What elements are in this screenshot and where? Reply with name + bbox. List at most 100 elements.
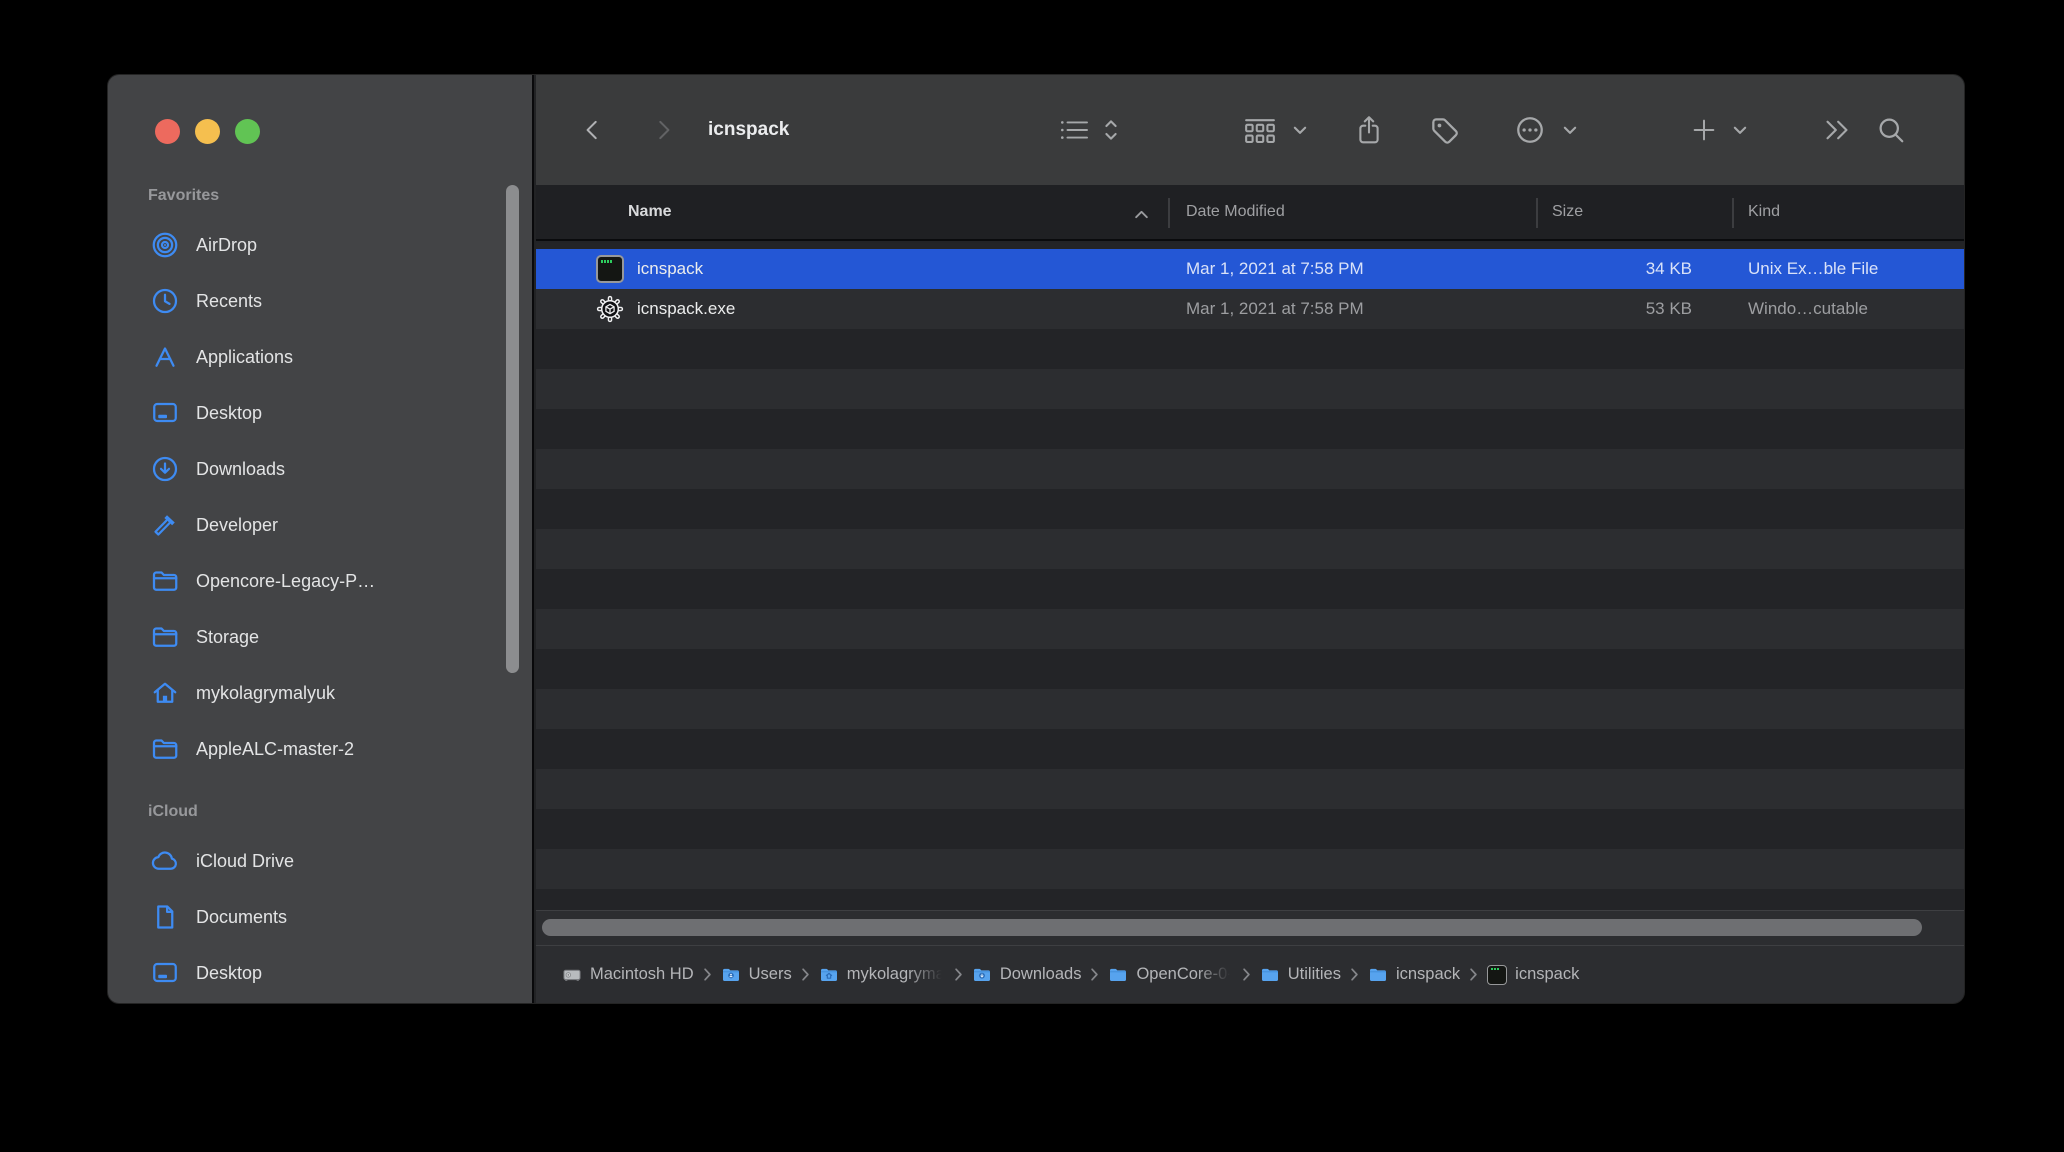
group-chevron[interactable] xyxy=(1292,75,1308,185)
sidebar-item-icloud-drive[interactable]: iCloud Drive xyxy=(108,833,518,889)
sidebar-item-label: Documents xyxy=(196,906,288,927)
path-chevron-icon xyxy=(1350,968,1359,981)
file-name-cell: icnspack xyxy=(536,255,1168,283)
sidebar-item-downloads[interactable]: Downloads xyxy=(108,441,518,497)
toolbar-overflow-button[interactable] xyxy=(1822,75,1852,185)
sidebar-item-desktop[interactable]: Desktop xyxy=(108,945,518,1001)
sidebar-item-recents[interactable]: Recents xyxy=(108,273,518,329)
sidebar-item-label: mykolagrymalyuk xyxy=(196,682,336,703)
minimize-button[interactable] xyxy=(195,119,220,144)
windows-executable-gear-icon xyxy=(596,295,624,323)
toolbar: icnspack xyxy=(536,75,1964,185)
desktop-background: { "colors": { "selection_blue": "#2457d5… xyxy=(0,0,2064,1152)
forward-button[interactable] xyxy=(650,75,676,185)
column-divider[interactable] xyxy=(1168,198,1170,228)
file-row-icnspack[interactable]: icnspack Mar 1, 2021 at 7:58 PM 34 KB Un… xyxy=(536,249,1964,289)
column-header-size[interactable]: Size xyxy=(1552,185,1583,239)
path-item-icnspack[interactable]: icnspack xyxy=(1487,964,1580,985)
sidebar-item-label: Developer xyxy=(196,514,279,535)
view-mode-chevrons[interactable] xyxy=(1102,75,1120,185)
close-button[interactable] xyxy=(155,119,180,144)
sidebar-scrollbar[interactable] xyxy=(506,185,519,673)
back-button[interactable] xyxy=(580,75,606,185)
folder-download-icon xyxy=(972,965,992,985)
chevron-down-icon xyxy=(1733,126,1747,134)
sidebar-item-label: Desktop xyxy=(196,962,263,983)
sidebar-item-applealc-master-2[interactable]: AppleALC-master-2 xyxy=(108,721,518,777)
sidebar-item-storage[interactable]: Storage xyxy=(108,609,518,665)
share-button[interactable] xyxy=(1354,75,1384,185)
file-name: icnspack.exe xyxy=(637,299,736,318)
path-item-label: Utilities xyxy=(1287,965,1341,983)
tags-button[interactable] xyxy=(1428,75,1460,185)
column-divider[interactable] xyxy=(1536,198,1538,228)
path-item-label: Users xyxy=(748,965,792,983)
hard-drive-icon xyxy=(562,965,582,985)
sidebar-item-label: Desktop xyxy=(196,402,263,423)
desktop-icon xyxy=(150,398,180,428)
sidebar-item-opencore-legacy-p[interactable]: Opencore-Legacy-P… xyxy=(108,553,518,609)
sidebar-sections: Favorites AirDrop Recents Applications D… xyxy=(108,187,518,1001)
path-item-label: icnspack xyxy=(1515,965,1580,983)
path-chevron-icon xyxy=(1469,968,1478,981)
new-folder-button[interactable] xyxy=(1690,75,1718,185)
column-header-date[interactable]: Date Modified xyxy=(1186,185,1285,239)
path-item-utilities[interactable]: Utilities xyxy=(1260,965,1341,985)
view-mode-button[interactable] xyxy=(1058,75,1090,185)
folder-icon xyxy=(150,566,180,596)
new-folder-chevron[interactable] xyxy=(1732,75,1748,185)
column-header-name[interactable]: Name xyxy=(628,185,672,239)
sidebar-section-title: Favorites xyxy=(148,187,220,204)
path-item-macintosh-hd[interactable]: Macintosh HD xyxy=(562,965,694,985)
sidebar-item-desktop[interactable]: Desktop xyxy=(108,385,518,441)
column-divider[interactable] xyxy=(1732,198,1734,228)
sidebar-section-title: iCloud xyxy=(148,803,198,820)
sidebar-item-label: Downloads xyxy=(196,458,286,479)
path-chevron-icon xyxy=(1242,968,1251,981)
window-controls xyxy=(155,119,260,144)
horizontal-scrollbar-track[interactable] xyxy=(536,910,1964,945)
sidebar-item-label: Applications xyxy=(196,346,294,367)
tag-icon xyxy=(1432,118,1458,144)
file-list: icnspack Mar 1, 2021 at 7:58 PM 34 KB Un… xyxy=(536,249,1964,329)
file-size: 53 KB xyxy=(1645,299,1692,318)
zoom-button[interactable] xyxy=(235,119,260,144)
path-bar: Macintosh HD Users mykolagryma Downloads… xyxy=(536,945,1964,1003)
plus-icon xyxy=(1693,119,1715,141)
search-icon xyxy=(1879,118,1904,143)
cloud-icon xyxy=(150,846,180,876)
path-item-mykolagryma[interactable]: mykolagryma xyxy=(819,965,945,985)
sidebar-item-developer[interactable]: Developer xyxy=(108,497,518,553)
sidebar-item-label: AirDrop xyxy=(196,234,258,255)
finder-window: Favorites AirDrop Recents Applications D… xyxy=(108,75,1964,1003)
sidebar-item-label: Opencore-Legacy-P… xyxy=(196,570,376,591)
group-button[interactable] xyxy=(1242,75,1278,185)
sidebar-item-mykolagrymalyuk[interactable]: mykolagrymalyuk xyxy=(108,665,518,721)
file-row-icnspack-exe[interactable]: icnspack.exe Mar 1, 2021 at 7:58 PM 53 K… xyxy=(536,289,1964,329)
sidebar-item-applications[interactable]: Applications xyxy=(108,329,518,385)
horizontal-scrollbar-thumb[interactable] xyxy=(542,919,1922,936)
path-item-downloads[interactable]: Downloads xyxy=(972,965,1081,985)
sidebar-item-airdrop[interactable]: AirDrop xyxy=(108,217,518,273)
folder-home-icon xyxy=(819,965,839,985)
column-header-bar: Name Date Modified Size Kind xyxy=(536,185,1964,241)
more-actions-button[interactable] xyxy=(1514,75,1546,185)
unix-executable-icon xyxy=(1487,964,1508,985)
folder-icon xyxy=(150,622,180,652)
column-header-kind[interactable]: Kind xyxy=(1748,185,1780,239)
home-icon xyxy=(150,678,180,708)
file-name-cell: icnspack.exe xyxy=(536,295,1168,323)
folder-user-icon xyxy=(721,965,741,985)
path-item-opencore-0[interactable]: OpenCore-0- xyxy=(1108,965,1233,985)
app-a-icon xyxy=(150,342,180,372)
sidebar-item-label: iCloud Drive xyxy=(196,850,295,871)
file-kind: Unix Ex…ble File xyxy=(1748,259,1879,278)
file-date-modified: Mar 1, 2021 at 7:58 PM xyxy=(1186,259,1364,278)
path-item-icnspack[interactable]: icnspack xyxy=(1368,965,1460,985)
path-item-users[interactable]: Users xyxy=(721,965,792,985)
search-button[interactable] xyxy=(1876,75,1906,185)
download-circle-icon xyxy=(150,454,180,484)
sidebar-item-documents[interactable]: Documents xyxy=(108,889,518,945)
file-kind: Windo…cutable xyxy=(1748,299,1869,318)
more-actions-chevron[interactable] xyxy=(1562,75,1578,185)
